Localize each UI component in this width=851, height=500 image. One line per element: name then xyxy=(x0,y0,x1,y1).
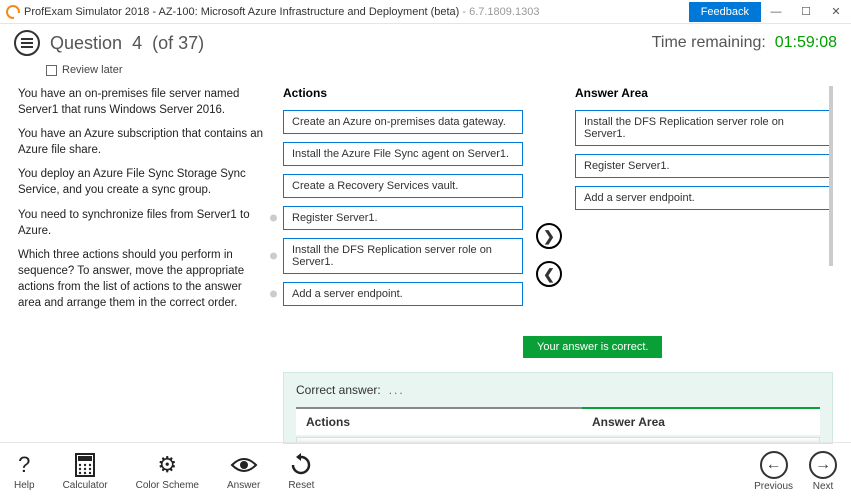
minimize-button[interactable]: — xyxy=(761,6,791,18)
vertical-scrollbar[interactable] xyxy=(829,86,833,444)
review-checkbox[interactable] xyxy=(46,65,57,76)
action-item[interactable]: Create a Recovery Services vault. xyxy=(283,174,523,198)
reset-icon xyxy=(289,452,313,478)
gear-icon: ⚙ xyxy=(157,452,177,478)
menu-icon[interactable] xyxy=(14,30,40,56)
arrow-right-icon: → xyxy=(809,451,837,479)
answer-item[interactable]: Add a server endpoint. xyxy=(575,186,833,210)
question-p5: Which three actions should you perform i… xyxy=(18,247,265,311)
answer-item[interactable]: Install the DFS Replication server role … xyxy=(575,110,833,146)
actions-title: Actions xyxy=(283,86,523,100)
nav-buttons: ← Previous → Next xyxy=(754,451,837,492)
content-area: You have an on-premises file server name… xyxy=(0,82,851,444)
calculator-label: Calculator xyxy=(63,480,108,491)
question-p1: You have an on-premises file server name… xyxy=(18,86,265,118)
correct-answer-block: Correct answer:... Actions Answer Area xyxy=(283,372,833,444)
move-buttons: ❯ ❮ xyxy=(533,86,565,314)
question-number: 4 xyxy=(132,33,142,53)
color-scheme-button[interactable]: ⚙ Color Scheme xyxy=(136,452,199,491)
feedback-button[interactable]: Feedback xyxy=(689,2,761,22)
previous-label: Previous xyxy=(754,481,793,492)
header: Question 4 (of 37) Time remaining: 01:59… xyxy=(0,24,851,62)
question-p4: You need to synchronize files from Serve… xyxy=(18,207,265,239)
question-counter: Question 4 (of 37) xyxy=(50,33,204,54)
action-item[interactable]: Add a server endpoint. xyxy=(283,282,523,306)
answer-label: Answer xyxy=(227,480,260,491)
correct-label: Correct answer: xyxy=(296,383,381,397)
help-button[interactable]: ? Help xyxy=(14,452,35,491)
time-label: Time remaining: xyxy=(652,34,766,51)
answer-title: Answer Area xyxy=(575,86,833,100)
actions-column: Actions Create an Azure on-premises data… xyxy=(283,86,523,314)
question-p3: You deploy an Azure File Sync Storage Sy… xyxy=(18,166,265,198)
correct-actions-title: Actions xyxy=(296,407,582,435)
window-title: ProfExam Simulator 2018 - AZ-100: Micros… xyxy=(24,6,539,18)
help-label: Help xyxy=(14,480,35,491)
action-item[interactable]: Register Server1. xyxy=(283,206,523,230)
action-item[interactable]: Create an Azure on-premises data gateway… xyxy=(283,110,523,134)
calculator-icon xyxy=(75,452,95,478)
drag-dot-icon xyxy=(270,291,277,298)
eye-icon xyxy=(230,452,258,478)
move-left-button[interactable]: ❮ xyxy=(536,261,562,287)
action-item[interactable]: Install the Azure File Sync agent on Ser… xyxy=(283,142,523,166)
drag-dot-icon xyxy=(270,215,277,222)
calculator-button[interactable]: Calculator xyxy=(63,452,108,491)
answer-panel: Actions Create an Azure on-premises data… xyxy=(283,86,833,444)
time-value: 01:59:08 xyxy=(775,34,837,51)
arrow-left-icon: ← xyxy=(760,451,788,479)
footer-toolbar: ? Help Calculator ⚙ Color Scheme Answer … xyxy=(0,442,851,500)
previous-button[interactable]: ← Previous xyxy=(754,451,793,492)
next-button[interactable]: → Next xyxy=(809,451,837,492)
question-label: Question xyxy=(50,33,122,53)
action-item[interactable]: Install the DFS Replication server role … xyxy=(283,238,523,274)
question-p2: You have an Azure subscription that cont… xyxy=(18,126,265,158)
correct-answer-title: Answer Area xyxy=(582,407,820,435)
next-label: Next xyxy=(813,481,834,492)
close-button[interactable]: ✕ xyxy=(821,5,851,18)
app-title: ProfExam Simulator 2018 - AZ-100: Micros… xyxy=(24,6,459,18)
app-version: - 6.7.1809.1303 xyxy=(459,6,539,18)
answer-button[interactable]: Answer xyxy=(227,452,260,491)
drag-dot-icon xyxy=(270,253,277,260)
move-right-button[interactable]: ❯ xyxy=(536,223,562,249)
expand-dots-icon[interactable]: ... xyxy=(389,383,405,397)
answer-feedback: Your answer is correct. xyxy=(523,336,662,358)
reset-button[interactable]: Reset xyxy=(288,452,314,491)
app-logo-icon xyxy=(6,5,20,19)
question-text: You have an on-premises file server name… xyxy=(18,86,283,444)
reset-label: Reset xyxy=(288,480,314,491)
time-remaining: Time remaining: 01:59:08 xyxy=(652,34,837,52)
scrollbar-thumb[interactable] xyxy=(829,86,833,266)
help-icon: ? xyxy=(18,452,30,478)
color-scheme-label: Color Scheme xyxy=(136,480,199,491)
review-later[interactable]: Review later xyxy=(0,62,851,82)
answer-item[interactable]: Register Server1. xyxy=(575,154,833,178)
question-total: (of 37) xyxy=(152,33,204,53)
review-label: Review later xyxy=(62,64,123,76)
answer-column: Answer Area Install the DFS Replication … xyxy=(575,86,833,314)
title-bar: ProfExam Simulator 2018 - AZ-100: Micros… xyxy=(0,0,851,24)
maximize-button[interactable]: ☐ xyxy=(791,5,821,18)
correct-answer-header[interactable]: Correct answer:... xyxy=(296,383,820,397)
